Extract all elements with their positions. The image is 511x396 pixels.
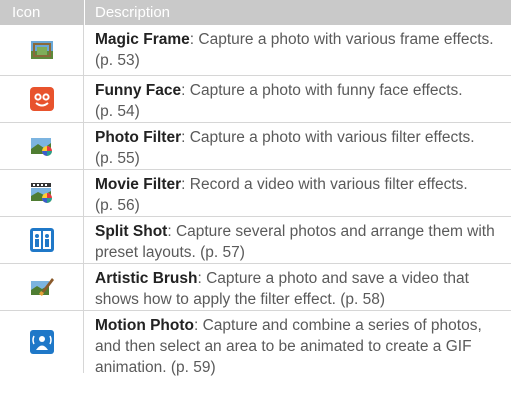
mode-text: : Capture a photo with funny face effect…: [181, 82, 463, 99]
table-row: Magic Frame: Capture a photo with variou…: [0, 25, 511, 76]
row-description: Motion Photo: Capture and combine a seri…: [95, 315, 501, 378]
mode-table: Icon Description Magic Frame: Capture a …: [0, 0, 511, 376]
table-header: Icon Description: [0, 0, 511, 25]
magic-frame-icon: [30, 38, 54, 62]
row-description: Artistic Brush: Capture a photo and save…: [95, 268, 501, 310]
header-description-label: Description: [95, 4, 171, 21]
header-icon-label: Icon: [12, 4, 41, 21]
row-description: Magic Frame: Capture a photo with variou…: [95, 29, 501, 71]
header-divider: [84, 0, 85, 25]
row-description: Movie Filter: Record a video with variou…: [95, 174, 501, 216]
mode-text: : Capture a photo with various frame eff…: [189, 31, 494, 48]
table-row: Motion Photo: Capture and combine a seri…: [0, 311, 511, 376]
row-description: Funny Face: Capture a photo with funny f…: [95, 80, 501, 122]
funny-face-icon: [30, 87, 54, 111]
table-row: Split Shot: Capture several photos and a…: [0, 217, 511, 264]
mode-text: : Record a video with various filter eff…: [181, 176, 468, 193]
page-reference: (p. 56): [95, 197, 140, 214]
movie-filter-icon: [30, 181, 54, 205]
mode-title: Funny Face: [95, 82, 182, 99]
mode-title: Motion Photo: [95, 317, 194, 334]
table-row: Photo Filter: Capture a photo with vario…: [0, 123, 511, 170]
motion-photo-icon: [30, 330, 54, 354]
table-row: Funny Face: Capture a photo with funny f…: [0, 76, 511, 123]
page-reference: (p. 55): [95, 150, 140, 167]
split-shot-icon: [30, 228, 54, 252]
mode-title: Split Shot: [95, 223, 168, 240]
artistic-brush-icon: [30, 275, 54, 299]
table-row: Movie Filter: Record a video with variou…: [0, 170, 511, 217]
mode-title: Movie Filter: [95, 176, 182, 193]
page-reference: (p. 53): [95, 52, 140, 69]
mode-text: : Capture a photo with various filter ef…: [181, 129, 475, 146]
table-row: Artistic Brush: Capture a photo and save…: [0, 264, 511, 311]
mode-title: Magic Frame: [95, 31, 190, 48]
page-reference: (p. 54): [95, 103, 140, 120]
mode-title: Photo Filter: [95, 129, 182, 146]
mode-title: Artistic Brush: [95, 270, 198, 287]
photo-filter-icon: [30, 134, 54, 158]
row-description: Split Shot: Capture several photos and a…: [95, 221, 501, 263]
row-description: Photo Filter: Capture a photo with vario…: [95, 127, 501, 169]
